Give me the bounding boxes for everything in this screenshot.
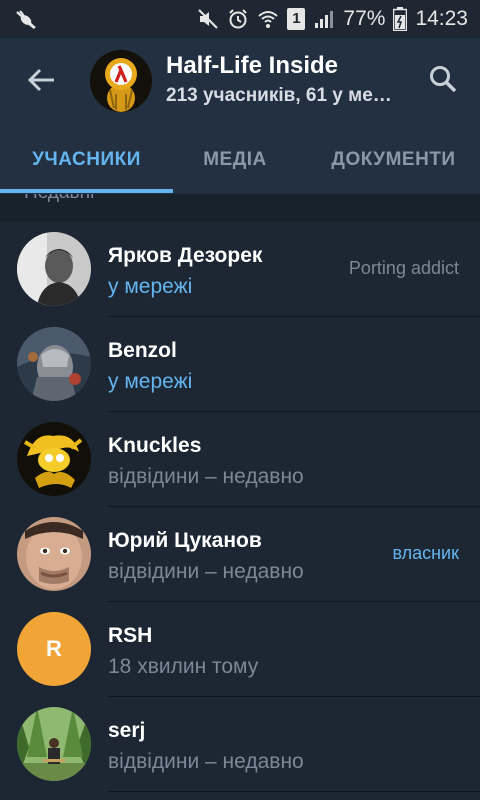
section-header: Недавні [0, 194, 480, 222]
owner-badge: власник [392, 543, 459, 563]
list-item[interactable]: Benzol у мережі [0, 317, 480, 412]
tab-media[interactable]: МЕДІА [173, 122, 297, 194]
member-status: 18 хвилин тому [108, 655, 259, 678]
member-name: serj [108, 719, 146, 742]
member-status: відвідини – недавно [108, 750, 304, 773]
avatar [17, 232, 91, 306]
signal-icon [315, 11, 334, 28]
member-name: Benzol [108, 339, 177, 362]
tab-documents[interactable]: ДОКУМЕНТИ [307, 122, 480, 194]
active-tab-indicator [0, 189, 173, 193]
avatar: R [17, 612, 91, 686]
member-title: Porting addict [348, 258, 459, 278]
member-list: Ярков Дезорек у мережі Porting addict Be… [0, 222, 480, 792]
group-member-count: 213 учасників, 61 у ме… [166, 85, 392, 106]
member-name: RSH [108, 624, 153, 647]
sim-icon: 1 [287, 8, 306, 30]
member-status: у мережі [108, 370, 193, 393]
search-icon[interactable] [428, 64, 458, 94]
avatar-initial: R [46, 636, 62, 661]
chat-header: Half-Life Inside 213 учасників, 61 у ме… [0, 38, 480, 122]
avatar [17, 707, 91, 781]
section-label: Недавні [24, 194, 94, 204]
member-name: Юрий Цуканов [108, 529, 262, 552]
battery-percent: 77% [343, 7, 386, 30]
member-name: Knuckles [108, 434, 202, 457]
avatar [17, 327, 91, 401]
member-status: відвідини – недавно [108, 560, 304, 583]
tab-members[interactable]: УЧАСНИКИ [0, 122, 173, 194]
list-item[interactable]: R RSH 18 хвилин тому [0, 602, 480, 697]
group-title[interactable]: Half-Life Inside [166, 52, 338, 80]
battery-icon [393, 7, 408, 31]
tab-bar: УЧАСНИКИ МЕДІА ДОКУМЕНТИ [0, 122, 480, 194]
list-item[interactable]: Knuckles відвідини – недавно [0, 412, 480, 507]
lambda-logo [90, 50, 152, 112]
list-item[interactable]: serj відвідини – недавно [0, 697, 480, 792]
member-name: Ярков Дезорек [108, 244, 263, 267]
mute-icon [198, 9, 219, 29]
member-status: відвідини – недавно [108, 465, 304, 488]
avatar [17, 517, 91, 591]
clock: 14:23 [415, 7, 468, 30]
list-item[interactable]: Юрий Цуканов відвідини – недавно власник [0, 507, 480, 602]
bug-icon [16, 10, 36, 29]
wifi-icon [258, 11, 279, 28]
status-bar: 1 77% 14:23 [0, 0, 480, 38]
back-arrow-icon[interactable] [24, 62, 60, 98]
divider [108, 791, 480, 792]
group-avatar[interactable] [90, 50, 152, 112]
alarm-icon [229, 9, 248, 29]
member-status: у мережі [108, 275, 193, 298]
list-item[interactable]: Ярков Дезорек у мережі Porting addict [0, 222, 480, 317]
avatar [17, 422, 91, 496]
